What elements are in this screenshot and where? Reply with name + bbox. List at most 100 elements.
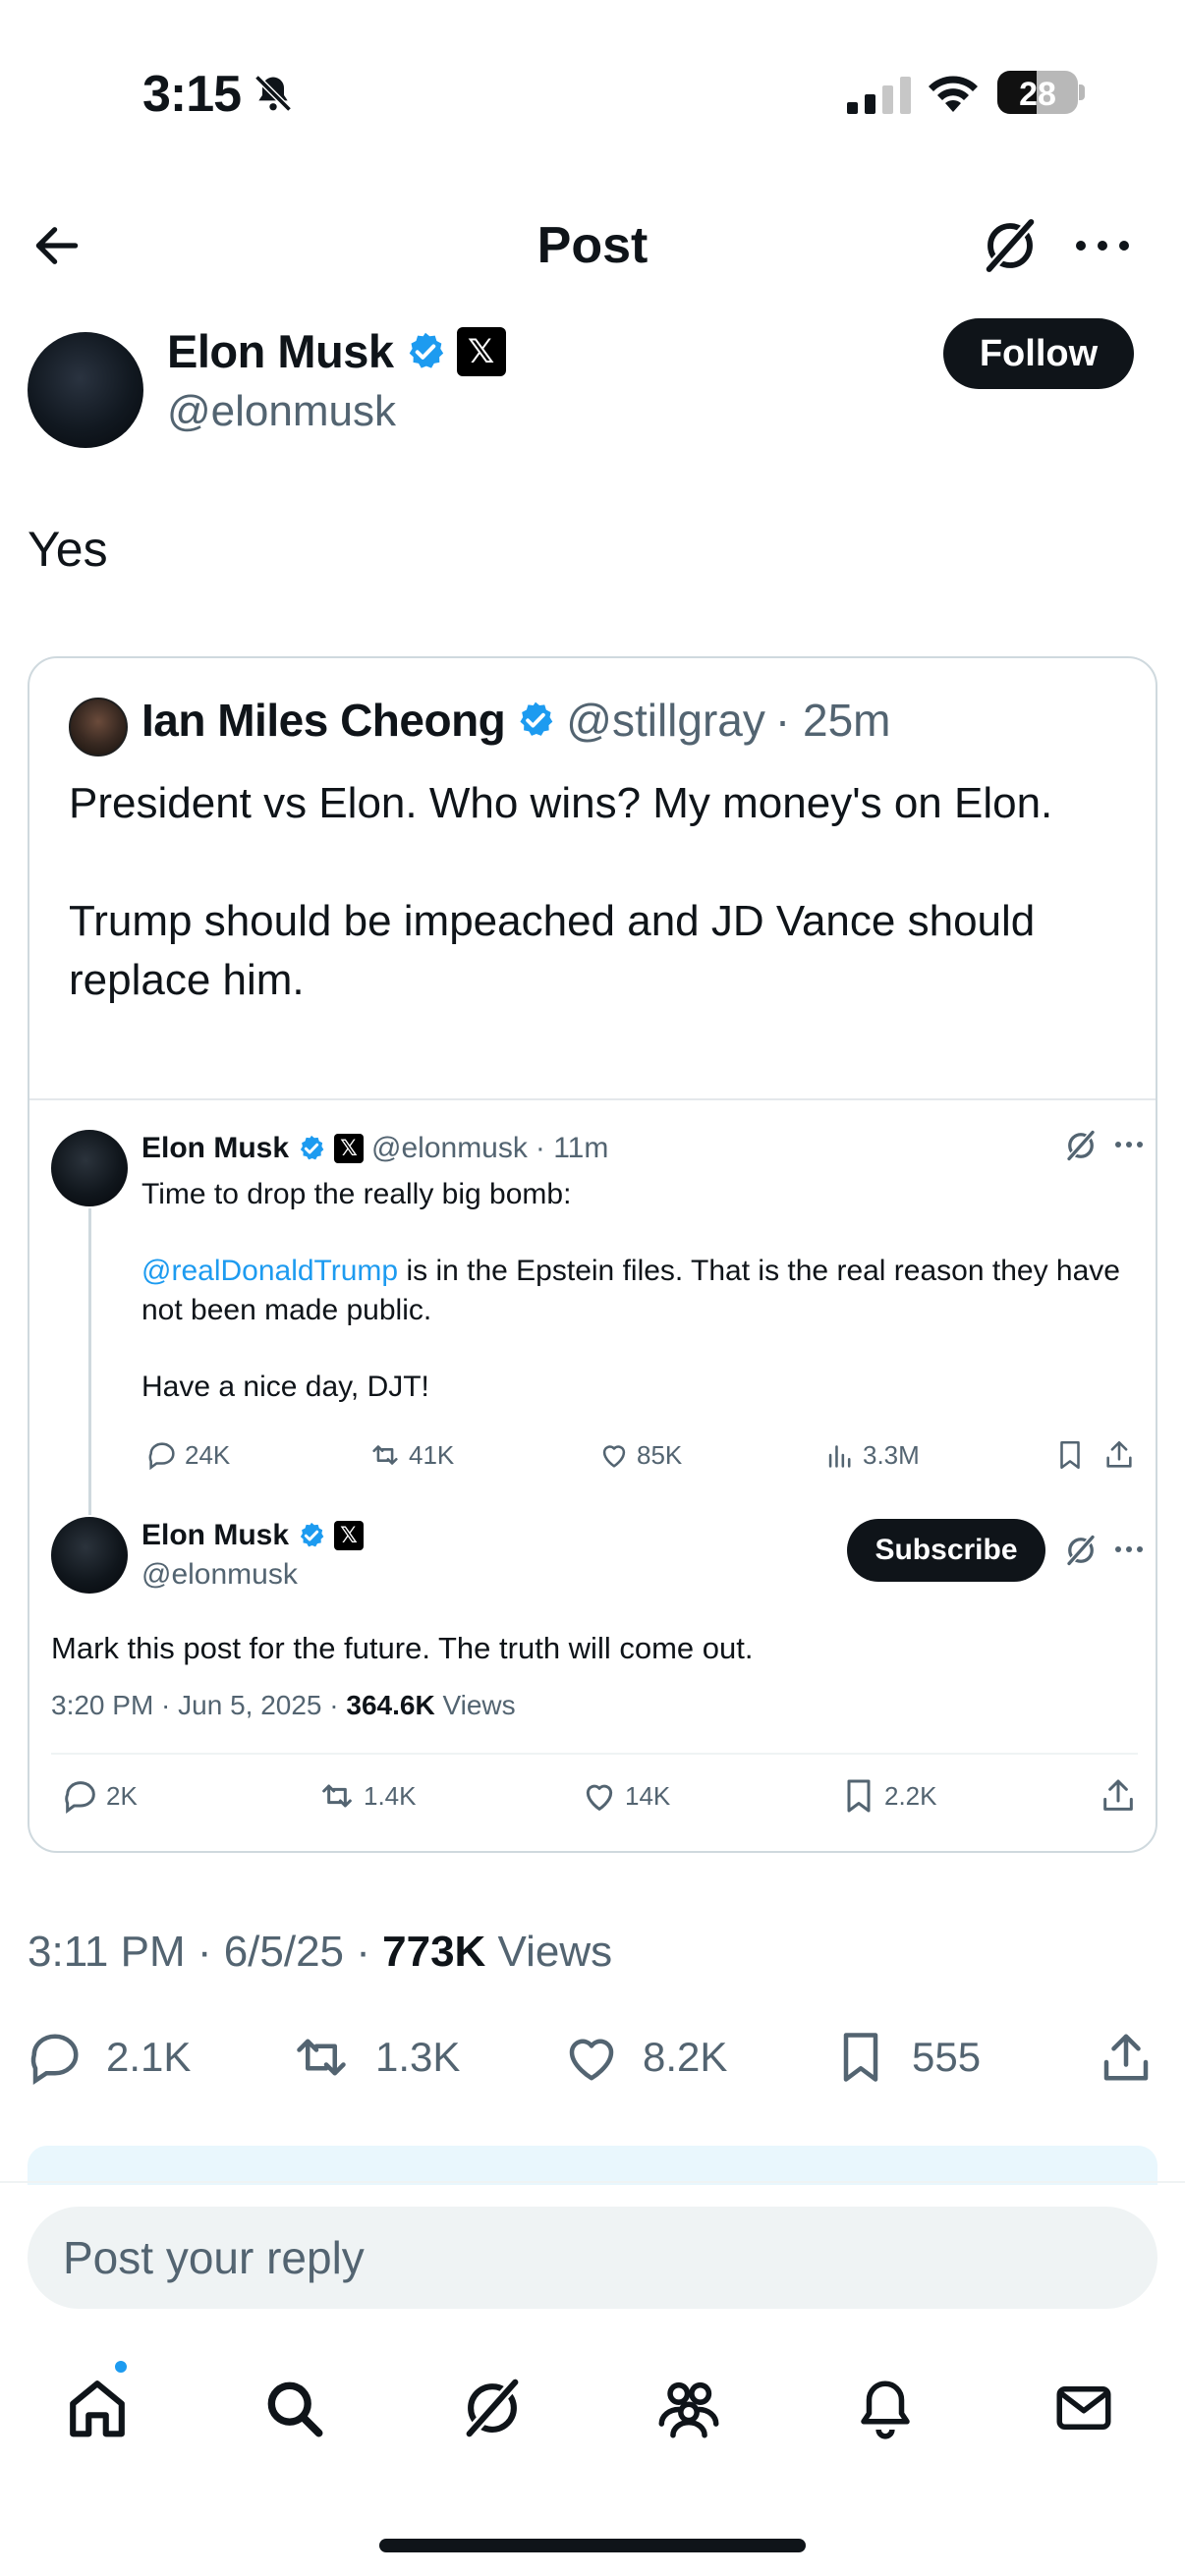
heart-icon <box>586 1784 613 1811</box>
x-affiliate-badge-icon: 𝕏 <box>334 1134 365 1163</box>
embedded-post-age: · 11m <box>535 1132 609 1164</box>
embedded-author-handle-2: @elonmusk <box>141 1558 298 1591</box>
more-options-icon[interactable] <box>1073 236 1132 255</box>
grok-suggestion-banner[interactable] <box>28 2146 1157 2185</box>
repost-icon <box>297 2039 346 2076</box>
embedded-author-name: Elon Musk <box>141 1132 290 1164</box>
embedded-repost-action: 41K <box>367 1438 454 1472</box>
author-handle[interactable]: @elonmusk <box>167 387 396 436</box>
status-time: 3:15 <box>142 66 242 123</box>
share-icon <box>1102 1438 1136 1472</box>
bookmark-icon <box>843 2033 878 2082</box>
embedded-reply-count-2: 2K <box>106 1780 138 1811</box>
grok-icon[interactable] <box>979 214 1042 277</box>
bookmark-count: 555 <box>912 2034 982 2080</box>
bell-muted-icon <box>252 71 295 116</box>
tab-search[interactable] <box>250 2364 338 2452</box>
quoted-post-image: Elon Musk 𝕏 @elonmusk · 11m Time to drop… <box>29 1098 1156 1851</box>
embedded-post-line1: Time to drop the really big bomb: <box>141 1178 572 1210</box>
search-icon <box>267 2381 323 2437</box>
embedded-reply-action: 24K <box>145 1438 230 1472</box>
repost-icon <box>322 1784 352 1808</box>
tab-grok[interactable] <box>448 2364 536 2452</box>
reply-icon <box>148 1442 175 1471</box>
reply-input[interactable] <box>63 2207 1124 2309</box>
post-timestamp: 3:11 PM · 6/5/25 · <box>28 1928 383 1976</box>
grok-icon <box>465 2378 520 2438</box>
post-text: Yes <box>28 522 108 577</box>
heart-icon <box>602 1445 626 1468</box>
divider <box>0 2181 1185 2183</box>
author-name[interactable]: Elon Musk <box>167 324 394 378</box>
embedded-bookmark-count-2: 2.2K <box>884 1780 937 1811</box>
embedded-post-line3: Have a nice day, DJT! <box>141 1371 429 1403</box>
like-button[interactable]: 8.2K <box>562 2028 727 2087</box>
views-icon <box>828 1445 851 1468</box>
embedded-bookmark-action-2: 2.2K <box>839 1776 937 1816</box>
repost-button[interactable]: 1.3K <box>289 2028 460 2087</box>
verified-badge-icon <box>297 1521 326 1550</box>
tab-communities[interactable] <box>645 2364 733 2452</box>
embedded-author-handle: @elonmusk <box>371 1132 528 1164</box>
reply-button[interactable]: 2.1K <box>26 2028 191 2087</box>
embedded-like-count: 85K <box>637 1439 683 1470</box>
battery-cap <box>1079 84 1085 100</box>
heart-icon <box>569 2039 614 2081</box>
tab-notifications[interactable] <box>841 2364 930 2452</box>
quoted-post-age: · 25m <box>774 695 891 746</box>
messages-icon <box>1056 2386 1111 2430</box>
verified-badge-icon <box>515 700 556 741</box>
x-affiliate-badge-icon: 𝕏 <box>456 326 506 376</box>
tab-home[interactable] <box>53 2364 141 2452</box>
embedded-like-count-2: 14K <box>625 1780 671 1811</box>
more-options-icon <box>1114 1140 1144 1149</box>
post-views-label: Views <box>485 1928 613 1976</box>
reply-icon <box>65 1781 95 1814</box>
follow-button[interactable]: Follow <box>943 318 1134 389</box>
embedded-repost-count: 41K <box>409 1439 455 1470</box>
repost-count: 1.3K <box>375 2034 461 2080</box>
author-avatar[interactable] <box>28 332 143 448</box>
embedded-repost-count-2: 1.4K <box>364 1780 417 1811</box>
battery-indicator: 28 <box>997 71 1078 114</box>
post-meta: 3:11 PM · 6/5/25 · 773K Views <box>28 1928 612 1977</box>
like-count: 8.2K <box>643 2034 728 2080</box>
thread-line <box>88 1208 91 1515</box>
quoted-post[interactable]: Ian Miles Cheong @stillgray · 25m Presid… <box>28 656 1157 1853</box>
subscribe-button: Subscribe <box>847 1519 1045 1582</box>
reply-count: 2.1K <box>106 2034 192 2080</box>
embedded-post-text-2: Mark this post for the future. The truth… <box>51 1631 754 1665</box>
tab-messages[interactable] <box>1040 2364 1128 2452</box>
embedded-timestamp-2: 3:20 PM · Jun 5, 2025 · <box>51 1690 347 1720</box>
reply-icon <box>30 2034 79 2085</box>
quoted-author-row: Ian Miles Cheong @stillgray · 25m <box>141 694 890 747</box>
embedded-author-row-2: Elon Musk 𝕏 <box>141 1519 365 1552</box>
post-views-count: 773K <box>382 1928 486 1976</box>
embedded-like-action-2: 14K <box>580 1776 670 1816</box>
divider <box>51 1753 1138 1755</box>
reply-box[interactable] <box>28 2207 1157 2309</box>
bookmark-icon <box>1053 1438 1087 1472</box>
author-name-row[interactable]: Elon Musk 𝕏 <box>167 324 506 378</box>
embedded-views-action: 3.3M <box>823 1438 920 1472</box>
more-options-icon <box>1114 1544 1144 1554</box>
mention-link: @realDonaldTrump <box>141 1255 399 1287</box>
wifi-icon <box>926 69 981 112</box>
embedded-views-count: 3.3M <box>863 1439 920 1470</box>
quoted-post-text: President vs Elon. Who wins? My money's … <box>69 779 1053 1004</box>
embedded-author-name-2: Elon Musk <box>141 1519 290 1551</box>
grok-icon <box>1063 1128 1099 1163</box>
verified-badge-icon <box>404 330 447 373</box>
bookmark-icon <box>847 1779 871 1813</box>
embedded-like-action: 85K <box>597 1438 682 1472</box>
embedded-avatar-2 <box>51 1517 128 1594</box>
home-icon <box>70 2380 125 2437</box>
notification-dot <box>112 2358 130 2376</box>
share-button[interactable] <box>1097 2028 1156 2087</box>
bookmark-button[interactable]: 555 <box>831 2028 981 2087</box>
home-indicator[interactable] <box>379 2539 806 2552</box>
embedded-author-row: Elon Musk 𝕏 @elonmusk · 11m <box>141 1132 608 1165</box>
post-actions-bar: 2.1K 1.3K 8.2K 555 <box>0 2010 1185 2099</box>
battery-level: 28 <box>1019 76 1056 113</box>
share-icon <box>1099 1776 1138 1816</box>
